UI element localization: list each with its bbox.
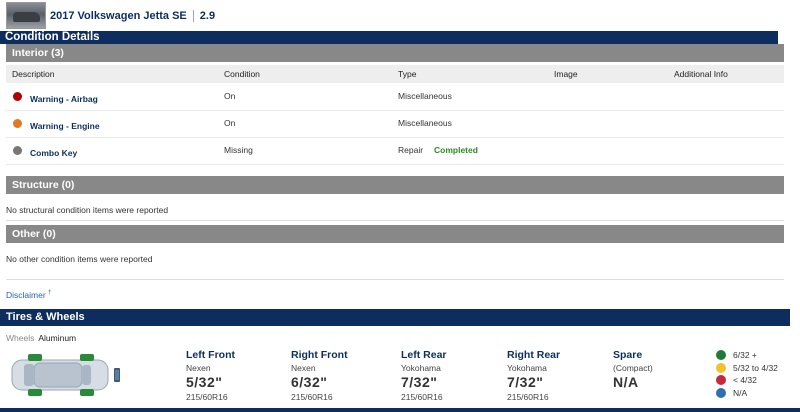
item-description-link[interactable]: Warning - Airbag bbox=[30, 94, 98, 104]
tire-position: Left Front bbox=[186, 349, 235, 361]
other-section-header[interactable]: Other (0) bbox=[6, 225, 784, 243]
severity-dot-icon bbox=[13, 146, 22, 155]
tires-wheels-header: Tires & Wheels bbox=[0, 309, 790, 326]
wheels-value: Aluminum bbox=[38, 333, 77, 343]
tire-tread-depth: 6/32" bbox=[291, 374, 328, 390]
legend-dot-icon bbox=[716, 375, 726, 385]
column-additional-info: Additional Info bbox=[674, 69, 728, 79]
tire-right-rear: Right Rear Yokohama 7/32" 215/60R16 bbox=[507, 349, 607, 402]
wheels-label: Wheels bbox=[6, 333, 35, 343]
section-divider bbox=[6, 220, 784, 221]
legend-label: < 4/32 bbox=[733, 375, 757, 385]
table-row: Combo Key Missing Repair Completed bbox=[6, 138, 784, 165]
vehicle-thumbnail[interactable] bbox=[6, 2, 46, 29]
condition-details-header: Condition Details bbox=[0, 31, 778, 44]
vehicle-title: 2017 Volkswagen Jetta SE bbox=[50, 10, 187, 22]
column-condition: Condition bbox=[224, 69, 260, 79]
tire-right-front: Right Front Nexen 6/32" 215/60R16 bbox=[291, 349, 391, 402]
tire-tread-depth: N/A bbox=[613, 374, 639, 390]
legend-dot-icon bbox=[716, 350, 726, 360]
tire-position: Spare bbox=[613, 349, 643, 361]
legend-label: 6/32 + bbox=[733, 350, 757, 360]
disclaimer-link[interactable]: Disclaimer † bbox=[6, 290, 51, 300]
tire-left-front: Left Front Nexen 5/32" 215/60R16 bbox=[186, 349, 286, 402]
legend-item: N/A bbox=[716, 387, 778, 400]
interior-column-headers: Description Condition Type Image Additio… bbox=[6, 65, 784, 83]
structure-section-header[interactable]: Structure (0) bbox=[6, 176, 784, 194]
vehicle-header: 2017 Volkswagen Jetta SE 2.9 bbox=[0, 0, 800, 30]
tire-size: 215/60R16 bbox=[401, 392, 443, 402]
interior-section-header[interactable]: Interior (3) bbox=[6, 44, 784, 62]
item-type: Miscellaneous bbox=[398, 118, 452, 128]
tire-position: Left Rear bbox=[401, 349, 447, 361]
vehicle-grade: 2.9 bbox=[199, 10, 216, 22]
tire-brand: Nexen bbox=[291, 363, 316, 373]
other-empty-message: No other condition items were reported bbox=[6, 254, 153, 264]
tire-position: Right Front bbox=[291, 349, 348, 361]
item-description-link[interactable]: Warning - Engine bbox=[30, 121, 100, 131]
column-description: Description bbox=[12, 69, 55, 79]
repair-status-badge: Completed bbox=[434, 145, 478, 155]
severity-dot-icon bbox=[13, 92, 22, 101]
structure-empty-message: No structural condition items were repor… bbox=[6, 205, 169, 215]
table-row: Warning - Engine On Miscellaneous bbox=[6, 111, 784, 138]
legend-label: 5/32 to 4/32 bbox=[733, 362, 778, 373]
section-divider bbox=[6, 279, 784, 280]
tire-brand: Yokohama bbox=[507, 363, 547, 373]
item-condition: On bbox=[224, 118, 236, 128]
legend-item: < 4/32 bbox=[716, 374, 778, 387]
item-description-link[interactable]: Combo Key bbox=[30, 148, 77, 158]
wheels-info: Wheels Aluminum bbox=[6, 333, 76, 343]
item-type: Miscellaneous bbox=[398, 91, 452, 101]
tire-brand: Yokohama bbox=[401, 363, 441, 373]
disclaimer-dagger: † bbox=[48, 290, 52, 297]
disclaimer-label: Disclaimer bbox=[6, 290, 46, 300]
tire-size: 215/60R16 bbox=[291, 392, 333, 402]
legend-label: N/A bbox=[733, 387, 748, 398]
tire-tread-depth: 5/32" bbox=[186, 374, 223, 390]
item-condition: On bbox=[224, 91, 236, 101]
legend-dot-icon bbox=[716, 387, 726, 398]
table-row: Warning - Airbag On Miscellaneous bbox=[6, 84, 784, 111]
legend-item: 5/32 to 4/32 bbox=[716, 362, 778, 375]
header-gap bbox=[778, 31, 800, 44]
car-diagram-icon bbox=[11, 354, 120, 396]
tire-size: 215/60R16 bbox=[507, 392, 549, 402]
legend-item: 6/32 + bbox=[716, 349, 778, 362]
severity-dot-icon bbox=[13, 119, 22, 128]
tire-tread-depth: 7/32" bbox=[401, 374, 438, 390]
tire-position: Right Rear bbox=[507, 349, 561, 361]
tire-brand: Nexen bbox=[186, 363, 211, 373]
legend-dot-icon bbox=[716, 362, 726, 373]
tire-brand: (Compact) bbox=[613, 363, 653, 373]
footer-bar bbox=[0, 408, 800, 412]
tire-left-rear: Left Rear Yokohama 7/32" 215/60R16 bbox=[401, 349, 501, 402]
title-divider bbox=[192, 10, 194, 23]
item-type: Repair bbox=[398, 145, 424, 155]
item-condition: Missing bbox=[224, 145, 253, 155]
column-type: Type bbox=[398, 69, 417, 79]
vehicle-title-line: 2017 Volkswagen Jetta SE 2.9 bbox=[50, 10, 216, 23]
tire-spare: Spare (Compact) N/A bbox=[613, 349, 713, 392]
tire-tread-depth: 7/32" bbox=[507, 374, 544, 390]
tire-size: 215/60R16 bbox=[186, 392, 228, 402]
tread-legend: 6/32 + 5/32 to 4/32 < 4/32 N/A bbox=[716, 349, 778, 399]
column-image: Image bbox=[554, 69, 578, 79]
